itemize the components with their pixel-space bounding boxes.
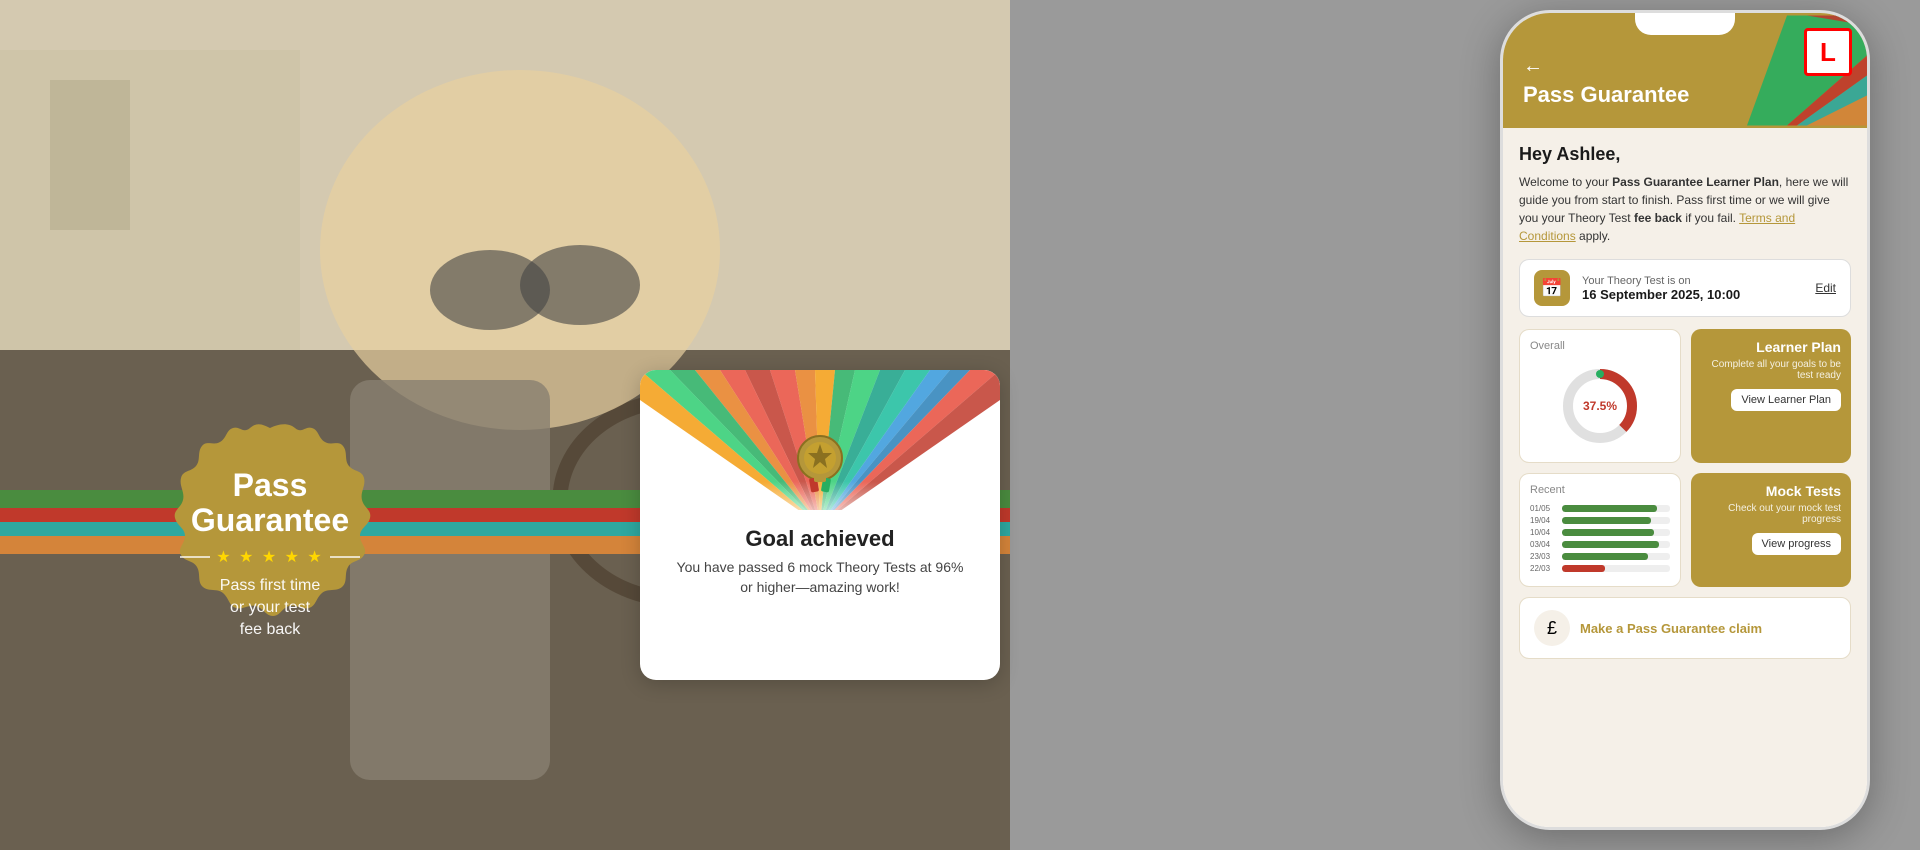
bar-fill-4: [1562, 541, 1659, 548]
learner-plan-subtitle: Complete all your goals to be test ready: [1701, 359, 1841, 381]
donut-percentage: 37.5%: [1583, 399, 1617, 413]
overall-card: Overall 37.5%: [1519, 329, 1681, 463]
badge-title: Pass Guarantee: [180, 468, 360, 538]
recent-label: Recent: [1530, 484, 1670, 496]
mock-tests-subtitle: Check out your mock test progress: [1701, 503, 1841, 525]
overall-row: Overall 37.5%: [1519, 329, 1851, 463]
bar-date-2: 19/04: [1530, 516, 1558, 525]
bar-row-1: 01/05: [1530, 504, 1670, 513]
calendar-icon: 📅: [1534, 270, 1570, 306]
bar-fill-6: [1562, 565, 1605, 572]
bar-row-5: 23/03: [1530, 552, 1670, 561]
badge-divider: ★ ★ ★ ★ ★: [180, 547, 360, 567]
greeting: Hey Ashlee,: [1519, 144, 1851, 165]
goal-card-description: You have passed 6 mock Theory Tests at 9…: [664, 558, 976, 597]
bar-fill-1: [1562, 505, 1657, 512]
bar-track-1: [1562, 505, 1670, 512]
test-info-text: Your Theory Test is on 16 September 2025…: [1582, 275, 1803, 302]
phone-content: Hey Ashlee, Welcome to your Pass Guarant…: [1503, 128, 1867, 675]
bar-fill-2: [1562, 517, 1651, 524]
divider-line-right: [330, 556, 360, 558]
mock-tests-card: Mock Tests Check out your mock test prog…: [1691, 473, 1851, 587]
phone-frame: L ← Pass Guarantee Hey Ashlee, Welcome t…: [1500, 10, 1870, 830]
mini-bars: 01/05 19/04: [1530, 504, 1670, 573]
test-info-label: Your Theory Test is on: [1582, 275, 1803, 287]
badge-stars: ★ ★ ★ ★ ★: [216, 547, 324, 567]
bar-date-4: 03/04: [1530, 540, 1558, 549]
badge-subtitle: Pass first time or your test fee back: [180, 575, 360, 642]
mock-tests-title: Mock Tests: [1766, 483, 1841, 499]
view-learner-plan-button[interactable]: View Learner Plan: [1731, 389, 1841, 411]
bar-row-4: 03/04: [1530, 540, 1670, 549]
claim-icon: £: [1534, 610, 1570, 646]
phone-mockup: L ← Pass Guarantee Hey Ashlee, Welcome t…: [1500, 10, 1870, 830]
claim-row[interactable]: £ Make a Pass Guarantee claim: [1519, 597, 1851, 659]
claim-label: Make a Pass Guarantee claim: [1580, 621, 1762, 636]
bar-track-6: [1562, 565, 1670, 572]
goal-card-banner: [640, 370, 1000, 510]
bar-date-3: 10/04: [1530, 528, 1558, 537]
bar-track-5: [1562, 553, 1670, 560]
recent-row: Recent 01/05 19/04: [1519, 473, 1851, 587]
welcome-text: Welcome to your Pass Guarantee Learner P…: [1519, 173, 1851, 245]
bar-date-6: 22/03: [1530, 564, 1558, 573]
test-info-date: 16 September 2025, 10:00: [1582, 287, 1803, 302]
medal-icon: [790, 430, 850, 500]
phone-screen: L ← Pass Guarantee Hey Ashlee, Welcome t…: [1503, 13, 1867, 827]
pass-guarantee-badge: Pass Guarantee ★ ★ ★ ★ ★ Pass first time…: [130, 420, 410, 690]
bar-row-3: 10/04: [1530, 528, 1670, 537]
phone-notch: [1635, 13, 1735, 35]
medal-svg: [790, 430, 850, 495]
divider-line-left: [180, 556, 210, 558]
goal-card-content: Goal achieved You have passed 6 mock The…: [640, 510, 1000, 613]
bar-track-2: [1562, 517, 1670, 524]
theory-test-box: 📅 Your Theory Test is on 16 September 20…: [1519, 259, 1851, 317]
badge-content: Pass Guarantee ★ ★ ★ ★ ★ Pass first time…: [160, 448, 380, 662]
bar-track-3: [1562, 529, 1670, 536]
edit-button[interactable]: Edit: [1815, 281, 1836, 295]
goal-achieved-card: Goal achieved You have passed 6 mock The…: [640, 370, 1000, 680]
bar-track-4: [1562, 541, 1670, 548]
learner-plan-card: Learner Plan Complete all your goals to …: [1691, 329, 1851, 463]
overall-label: Overall: [1530, 340, 1670, 352]
bar-row-6: 22/03: [1530, 564, 1670, 573]
badge-shape-container: Pass Guarantee ★ ★ ★ ★ ★ Pass first time…: [130, 420, 410, 690]
goal-card-title: Goal achieved: [664, 526, 976, 552]
learner-plan-title: Learner Plan: [1756, 339, 1841, 355]
bar-fill-5: [1562, 553, 1648, 560]
bar-row-2: 19/04: [1530, 516, 1670, 525]
l-plate: L: [1804, 28, 1852, 76]
donut-chart: 37.5%: [1530, 360, 1670, 452]
recent-card: Recent 01/05 19/04: [1519, 473, 1681, 587]
bar-date-1: 01/05: [1530, 504, 1558, 513]
view-progress-button[interactable]: View progress: [1752, 533, 1842, 555]
bar-fill-3: [1562, 529, 1654, 536]
bar-date-5: 23/03: [1530, 552, 1558, 561]
